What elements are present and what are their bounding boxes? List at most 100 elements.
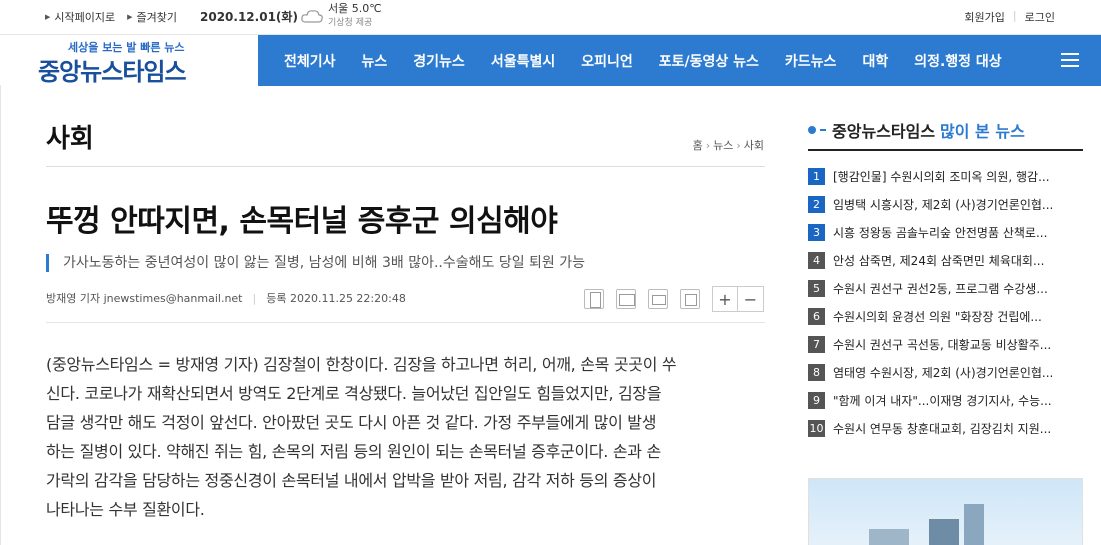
bookmark-link[interactable]: 즐겨찾기 <box>137 9 177 25</box>
nav-item-gyeonggi[interactable]: 경기뉴스 <box>413 51 465 71</box>
list-item[interactable]: 2 임병택 시흥시장, 제2회 (사)경기언론인협... <box>808 190 1083 218</box>
cloud-icon <box>300 8 324 24</box>
nav-item-card-news[interactable]: 카드뉴스 <box>785 51 837 71</box>
signup-link[interactable]: 회원가입 <box>964 9 1004 25</box>
list-item-title[interactable]: 염태영 수원시장, 제2회 (사)경기언론인협... <box>833 364 1083 381</box>
popular-title-brand: 중앙뉴스타임스 <box>832 122 936 141</box>
rank-badge: 1 <box>808 167 825 185</box>
site-logo[interactable]: 세상을 보는 발 빠른 뉴스 중앙뉴스타임스 <box>28 35 258 86</box>
list-item-title[interactable]: 안성 삼죽면, 제24회 삼죽면민 체육대회... <box>833 252 1083 269</box>
list-item[interactable]: 5 수원시 권선구 권선2동, 프로그램 수강생... <box>808 274 1083 302</box>
breadcrumb-society[interactable]: 사회 <box>744 139 764 152</box>
logo-name: 중앙뉴스타임스 <box>38 58 187 86</box>
weather-temp: 서울 5.0℃ <box>328 2 382 15</box>
popular-news-list: 1 [행감인물] 수원시의회 조미옥 의원, 행감... 2 임병택 시흥시장, 제… <box>808 162 1083 442</box>
article-body: (중앙뉴스타임스 = 방재영 기자) 김장철이 한창이다. 김장을 하고나면 허… <box>46 350 768 524</box>
print-icon[interactable] <box>648 289 668 309</box>
login-link[interactable]: 로그인 <box>1025 9 1055 25</box>
list-item-title[interactable]: 수원시 권선구 곡선동, 대황교동 비상활주... <box>833 336 1083 353</box>
divider <box>46 166 765 167</box>
arrow-right-icon: ▶ <box>45 13 51 21</box>
hamburger-menu-icon[interactable] <box>1061 53 1079 67</box>
popular-news-title: 중앙뉴스타임스 많이 본 뉴스 <box>808 118 1083 142</box>
weather-widget: 서울 5.0℃ 기상청 제공 <box>300 3 382 28</box>
bullet-line <box>820 129 826 131</box>
breadcrumb-news[interactable]: 뉴스 <box>713 139 733 152</box>
page-border <box>0 85 1 545</box>
divider <box>46 322 765 323</box>
list-item[interactable]: 4 안성 삼죽면, 제24회 삼죽면민 체육대회... <box>808 246 1083 274</box>
divider: | <box>1012 9 1017 22</box>
list-item-title[interactable]: [행감인물] 수원시의회 조미옥 의원, 행감... <box>833 168 1083 185</box>
font-decrease-button[interactable]: − <box>738 286 764 312</box>
email-icon[interactable] <box>616 289 636 309</box>
popular-title-highlight: 많이 본 뉴스 <box>940 122 1025 141</box>
auth-links: 회원가입 | 로그인 <box>964 9 1055 25</box>
list-item-title[interactable]: 수원시 권선구 권선2동, 프로그램 수강생... <box>833 280 1083 297</box>
breadcrumb: 홈 › 뉴스 › 사회 <box>693 137 764 153</box>
rank-badge: 9 <box>808 391 825 409</box>
article-paragraph-line: 신다. 코로나가 재확산되면서 방역도 2단계로 격상됐다. 늘어났던 집안일도… <box>46 384 662 403</box>
nav-item-university[interactable]: 대학 <box>862 51 888 71</box>
breadcrumb-home[interactable]: 홈 <box>693 139 703 152</box>
bullet-icon <box>808 126 816 134</box>
banner-building <box>869 529 909 545</box>
banner-building <box>964 504 984 545</box>
nav-item-all-articles[interactable]: 전체기사 <box>284 51 336 71</box>
rank-badge: 10 <box>808 419 825 437</box>
article-view-icon[interactable] <box>584 289 604 309</box>
divider: | <box>252 291 257 305</box>
list-item-title[interactable]: 수원시 연무동 창훈대교회, 김장김치 지원... <box>833 420 1083 437</box>
copy-icon[interactable] <box>680 289 700 309</box>
nav-item-seoul[interactable]: 서울특별시 <box>491 51 555 71</box>
list-item[interactable]: 6 수원시의회 윤경선 의원 "화장장 건립에... <box>808 302 1083 330</box>
start-page-link[interactable]: 시작페이지로 <box>54 9 115 25</box>
chevron-right-icon: › <box>705 139 711 152</box>
article-author: 방재영 기자 jnewstimes@hanmail.net <box>46 292 243 305</box>
rank-badge: 4 <box>808 251 825 269</box>
article-paragraph-line: 가락의 감각을 담당하는 정중신경이 손목터널 내에서 압박을 받아 저림, 감… <box>46 471 657 490</box>
list-item[interactable]: 8 염태영 수원시장, 제2회 (사)경기언론인협... <box>808 358 1083 386</box>
divider <box>808 149 1083 151</box>
list-item[interactable]: 10 수원시 연무동 창훈대교회, 김장김치 지원... <box>808 414 1083 442</box>
main-nav: 전체기사 뉴스 경기뉴스 서울특별시 오피니언 포토/동영상 뉴스 카드뉴스 대… <box>258 35 1101 86</box>
popular-news-panel: 중앙뉴스타임스 많이 본 뉴스 1 [행감인물] 수원시의회 조미옥 의원, 행감… <box>808 118 1083 545</box>
list-item[interactable]: 1 [행감인물] 수원시의회 조미옥 의원, 행감... <box>808 162 1083 190</box>
rank-badge: 5 <box>808 279 825 297</box>
article-paragraph-line: 하는 질병이 있다. 약해진 쥐는 힘, 손목의 저림 등의 원인이 되는 손목… <box>46 442 661 461</box>
section-title: 사회 <box>46 124 94 154</box>
arrow-right-icon: ▶ <box>127 13 133 21</box>
chevron-right-icon: › <box>736 139 741 152</box>
article-paragraph-line: 담글 생각만 해도 걱정이 앞선다. 안아팠던 곳도 다시 아픈 것 같다. 가… <box>46 413 657 432</box>
nav-item-photo-video[interactable]: 포토/동영상 뉴스 <box>659 51 759 71</box>
top-utility-bar: ▶ 시작페이지로 ▶ 즐겨찾기 2020.12.01(화) 서울 5.0℃ 기상… <box>0 0 1101 34</box>
list-item-title[interactable]: 시흥 정왕동 곰솔누리숲 안전명품 산책로... <box>833 224 1083 241</box>
rank-badge: 6 <box>808 307 825 325</box>
quick-links: ▶ 시작페이지로 ▶ 즐겨찾기 <box>45 9 189 25</box>
article-byline: 방재영 기자 jnewstimes@hanmail.net | 등록 2020.… <box>46 290 406 306</box>
article-paragraph-line: (중앙뉴스타임스 = 방재영 기자) 김장철이 한창이다. 김장을 하고나면 허… <box>46 355 677 374</box>
rank-badge: 3 <box>808 223 825 241</box>
article-headline: 뚜껑 안따지면, 손목터널 증후군 의심해야 <box>46 204 558 239</box>
article-tools: + − <box>584 286 764 312</box>
font-increase-button[interactable]: + <box>712 286 738 312</box>
list-item[interactable]: 7 수원시 권선구 곡선동, 대황교동 비상활주... <box>808 330 1083 358</box>
rank-badge: 8 <box>808 363 825 381</box>
banner-building <box>929 519 959 545</box>
article-paragraph-line: 나타나는 수부 질환이다. <box>46 500 205 519</box>
today-date: 2020.12.01(화) <box>200 10 298 24</box>
site-header: 세상을 보는 발 빠른 뉴스 중앙뉴스타임스 전체기사 뉴스 경기뉴스 서울특별… <box>0 34 1101 86</box>
weather-source: 기상청 제공 <box>328 18 373 28</box>
list-item-title[interactable]: 수원시의회 윤경선 의원 "화장장 건립에... <box>833 308 1083 325</box>
list-item-title[interactable]: "함께 이겨 내자"...이재명 경기지사, 수능... <box>833 392 1083 409</box>
ad-banner-image[interactable] <box>808 478 1083 545</box>
nav-item-news[interactable]: 뉴스 <box>362 51 388 71</box>
list-item-title[interactable]: 임병택 시흥시장, 제2회 (사)경기언론인협... <box>833 196 1083 213</box>
rank-badge: 7 <box>808 335 825 353</box>
nav-item-opinion[interactable]: 오피니언 <box>581 51 633 71</box>
rank-badge: 2 <box>808 195 825 213</box>
article-subhead: 가사노동하는 중년여성이 많이 앓는 질병, 남성에 비해 3배 많아..수술해… <box>46 254 585 272</box>
list-item[interactable]: 9 "함께 이겨 내자"...이재명 경기지사, 수능... <box>808 386 1083 414</box>
list-item[interactable]: 3 시흥 정왕동 곰솔누리숲 안전명품 산책로... <box>808 218 1083 246</box>
nav-item-awards[interactable]: 의정.행정 대상 <box>914 51 1001 71</box>
